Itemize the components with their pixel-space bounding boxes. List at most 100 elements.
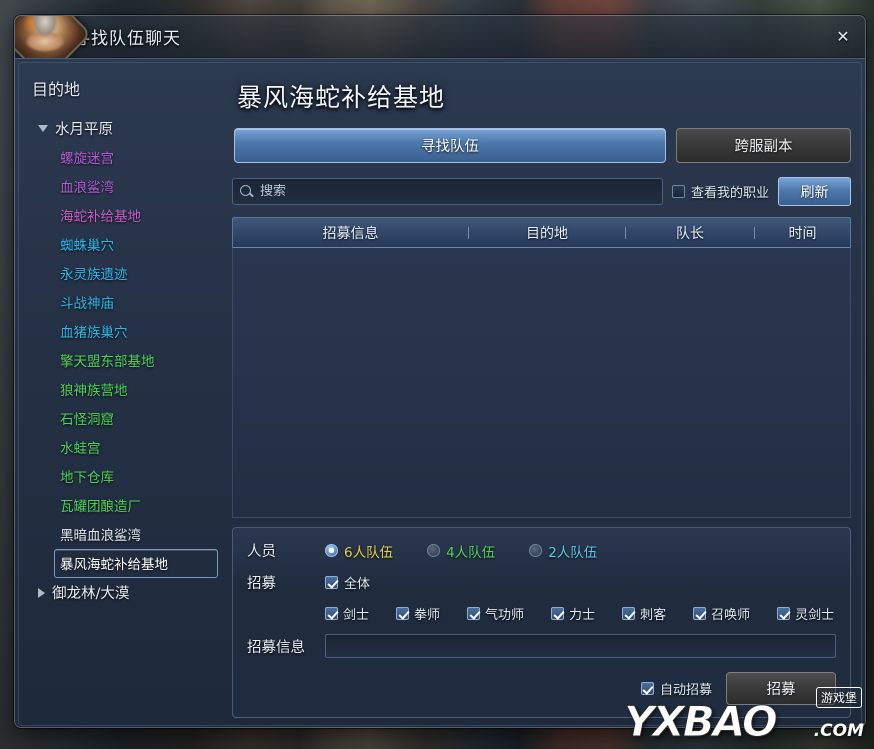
search-icon bbox=[240, 185, 251, 196]
radio-button bbox=[427, 544, 441, 557]
class-checkbox-label: 拳师 bbox=[414, 608, 441, 623]
class-checkbox-list: 剑士 拳师 气功师 力士 刺客 召唤师 灵剑士 bbox=[325, 604, 834, 623]
tab-1[interactable]: 跨服副本 bbox=[676, 128, 851, 163]
auto-recruit-checkbox[interactable]: 自动招募 bbox=[640, 679, 712, 698]
class-checkbox-1[interactable]: 拳师 bbox=[396, 604, 440, 623]
destination-sidebar: 目的地 水月平原螺旋迷宫 血浪鲨湾 海蛇补给基地 蜘蛛巢穴 永灵族遗迹 斗战神庙 血猪族巢穴… bbox=[22, 66, 224, 722]
class-checkbox-label: 刺客 bbox=[640, 608, 667, 623]
sidebar-item-0-11[interactable]: 地下仓库 bbox=[54, 462, 218, 491]
sidebar-item-0-9[interactable]: 石怪洞窟 bbox=[54, 404, 218, 433]
checkbox-box bbox=[693, 607, 707, 620]
sidebar-item-0-10[interactable]: 水蛙宫 bbox=[54, 433, 218, 462]
checkbox-box bbox=[325, 607, 338, 620]
recruit-all-label: 全体 bbox=[344, 577, 371, 592]
party-size-option-1[interactable]: 4人队伍 bbox=[427, 541, 495, 561]
sidebar-item-0-0[interactable]: 螺旋迷宫 bbox=[54, 143, 218, 172]
my-class-filter-checkbox[interactable]: 查看我的职业 bbox=[671, 182, 769, 201]
refresh-button[interactable]: 刷新 bbox=[778, 177, 851, 206]
recruit-submit-button[interactable]: 招募 bbox=[726, 672, 836, 705]
class-checkbox-4[interactable]: 刺客 bbox=[622, 604, 666, 623]
class-checkbox-label: 气功师 bbox=[485, 608, 525, 623]
column-header-2[interactable]: 队长 bbox=[626, 223, 754, 243]
party-size-label: 人员 bbox=[247, 544, 276, 560]
sidebar-title: 目的地 bbox=[32, 80, 81, 99]
class-checkbox-label: 剑士 bbox=[343, 608, 370, 623]
results-table-body[interactable] bbox=[232, 247, 851, 518]
checkbox-box bbox=[622, 607, 636, 620]
window-titlebar[interactable]: 寻找队伍聊天 ✕ bbox=[15, 16, 865, 81]
close-icon[interactable]: ✕ bbox=[834, 28, 852, 46]
window-title: 寻找队伍聊天 bbox=[73, 29, 181, 49]
sidebar-item-0-1[interactable]: 血浪鲨湾 bbox=[54, 172, 218, 201]
auto-recruit-label: 自动招募 bbox=[659, 683, 712, 698]
column-separator bbox=[625, 226, 626, 239]
chevron-right-icon bbox=[38, 587, 45, 598]
sidebar-item-0-2[interactable]: 海蛇补给基地 bbox=[54, 201, 218, 230]
party-size-options: 6人队伍 4人队伍 2人队伍 bbox=[325, 541, 631, 561]
main-content: 暴风海蛇补给基地 寻找队伍跨服副本 查看我的职业 刷新 招募信息目的地队长时间 bbox=[232, 66, 858, 722]
sidebar-item-0-5[interactable]: 斗战神庙 bbox=[54, 288, 218, 317]
recruit-all-checkbox[interactable]: 全体 bbox=[325, 573, 370, 592]
mode-tabs: 寻找队伍 跨服副本 bbox=[234, 128, 851, 163]
window-body: 目的地 水月平原螺旋迷宫 血浪鲨湾 海蛇补给基地 蜘蛛巢穴 永灵族遗迹 斗战神庙 血猪族巢穴… bbox=[15, 58, 865, 727]
checkbox-box bbox=[640, 682, 654, 695]
search-row: 查看我的职业 刷新 bbox=[232, 177, 851, 206]
recruit-all-row: 招募 全体 bbox=[247, 572, 836, 593]
sidebar-item-0-12[interactable]: 瓦罐团酿造厂 bbox=[54, 491, 218, 520]
lfg-window: 寻找队伍聊天 ✕ 目的地 水月平原螺旋迷宫 血浪鲨湾 海蛇补给基地 蜘蛛巢穴 永灵族遗迹… bbox=[14, 15, 866, 728]
checkbox-box bbox=[777, 607, 791, 620]
checkbox-box bbox=[671, 185, 685, 198]
results-table-header: 招募信息 目的地 队长 时间 bbox=[232, 217, 851, 247]
sidebar-item-0-14[interactable]: 暴风海蛇补给基地 bbox=[54, 549, 218, 578]
party-size-option-label: 6人队伍 bbox=[344, 544, 394, 561]
sidebar-item-0-3[interactable]: 蜘蛛巢穴 bbox=[54, 230, 218, 259]
party-size-row: 人员 6人队伍 4人队伍 2人队伍 bbox=[247, 540, 836, 561]
recruit-message-input[interactable] bbox=[325, 634, 836, 658]
class-checkbox-5[interactable]: 召唤师 bbox=[693, 604, 750, 623]
column-separator bbox=[754, 226, 755, 239]
radio-button bbox=[325, 544, 338, 557]
checkbox-box bbox=[325, 576, 338, 589]
sidebar-item-0-7[interactable]: 擎天盟东部基地 bbox=[54, 346, 218, 375]
sidebar-item-0-4[interactable]: 永灵族遗迹 bbox=[54, 259, 218, 288]
sidebar-group-0[interactable]: 水月平原 bbox=[32, 114, 220, 143]
recruit-form: 人员 6人队伍 4人队伍 2人队伍 招募 全体 剑士 拳师 气功师 力士 刺客 召唤师 灵剑士 … bbox=[232, 527, 851, 718]
search-input[interactable] bbox=[260, 184, 662, 199]
class-checkbox-label: 召唤师 bbox=[711, 608, 751, 623]
sidebar-group-1[interactable]: 御龙林/大漠 bbox=[32, 578, 220, 607]
party-size-option-label: 2人队伍 bbox=[548, 544, 598, 561]
sidebar-group-label: 御龙林/大漠 bbox=[52, 586, 130, 602]
chevron-down-icon bbox=[38, 125, 48, 132]
sidebar-group-label: 水月平原 bbox=[55, 122, 113, 138]
class-checkbox-2[interactable]: 气功师 bbox=[467, 604, 524, 623]
destination-tree: 水月平原螺旋迷宫 血浪鲨湾 海蛇补给基地 蜘蛛巢穴 永灵族遗迹 斗战神庙 血猪族巢穴 擎天盟东… bbox=[32, 114, 220, 607]
checkbox-box bbox=[396, 607, 410, 620]
sidebar-item-0-13[interactable]: 黑暗血浪鲨湾 bbox=[54, 520, 218, 549]
class-checkbox-0[interactable]: 剑士 bbox=[325, 604, 369, 623]
tab-0[interactable]: 寻找队伍 bbox=[234, 128, 666, 163]
party-size-option-label: 4人队伍 bbox=[446, 544, 496, 561]
recruit-label: 招募 bbox=[247, 576, 276, 592]
page-title: 暴风海蛇补给基地 bbox=[237, 83, 446, 112]
party-size-option-2[interactable]: 2人队伍 bbox=[529, 541, 597, 561]
class-filter-row: 剑士 拳师 气功师 力士 刺客 召唤师 灵剑士 bbox=[247, 604, 836, 623]
my-class-filter-label: 查看我的职业 bbox=[690, 186, 769, 201]
column-separator bbox=[468, 226, 469, 239]
sidebar-item-0-6[interactable]: 血猪族巢穴 bbox=[54, 317, 218, 346]
radio-button bbox=[529, 544, 543, 557]
column-header-3[interactable]: 时间 bbox=[755, 223, 850, 243]
class-checkbox-label: 力士 bbox=[569, 608, 596, 623]
class-checkbox-label: 灵剑士 bbox=[795, 608, 835, 623]
recruit-message-row: 招募信息 bbox=[247, 634, 836, 658]
recruit-message-label: 招募信息 bbox=[247, 639, 305, 656]
content-header: 暴风海蛇补给基地 寻找队伍 跨服副本 bbox=[232, 72, 851, 177]
search-box[interactable] bbox=[232, 178, 663, 205]
class-checkbox-3[interactable]: 力士 bbox=[551, 604, 595, 623]
party-size-option-0[interactable]: 6人队伍 bbox=[325, 541, 393, 561]
checkbox-box bbox=[467, 607, 481, 620]
sidebar-item-0-8[interactable]: 狼神族营地 bbox=[54, 375, 218, 404]
column-header-0[interactable]: 招募信息 bbox=[233, 223, 468, 243]
column-header-1[interactable]: 目的地 bbox=[469, 223, 625, 243]
recruit-form-footer: 自动招募 招募 bbox=[247, 672, 836, 705]
class-checkbox-6[interactable]: 灵剑士 bbox=[777, 604, 834, 623]
